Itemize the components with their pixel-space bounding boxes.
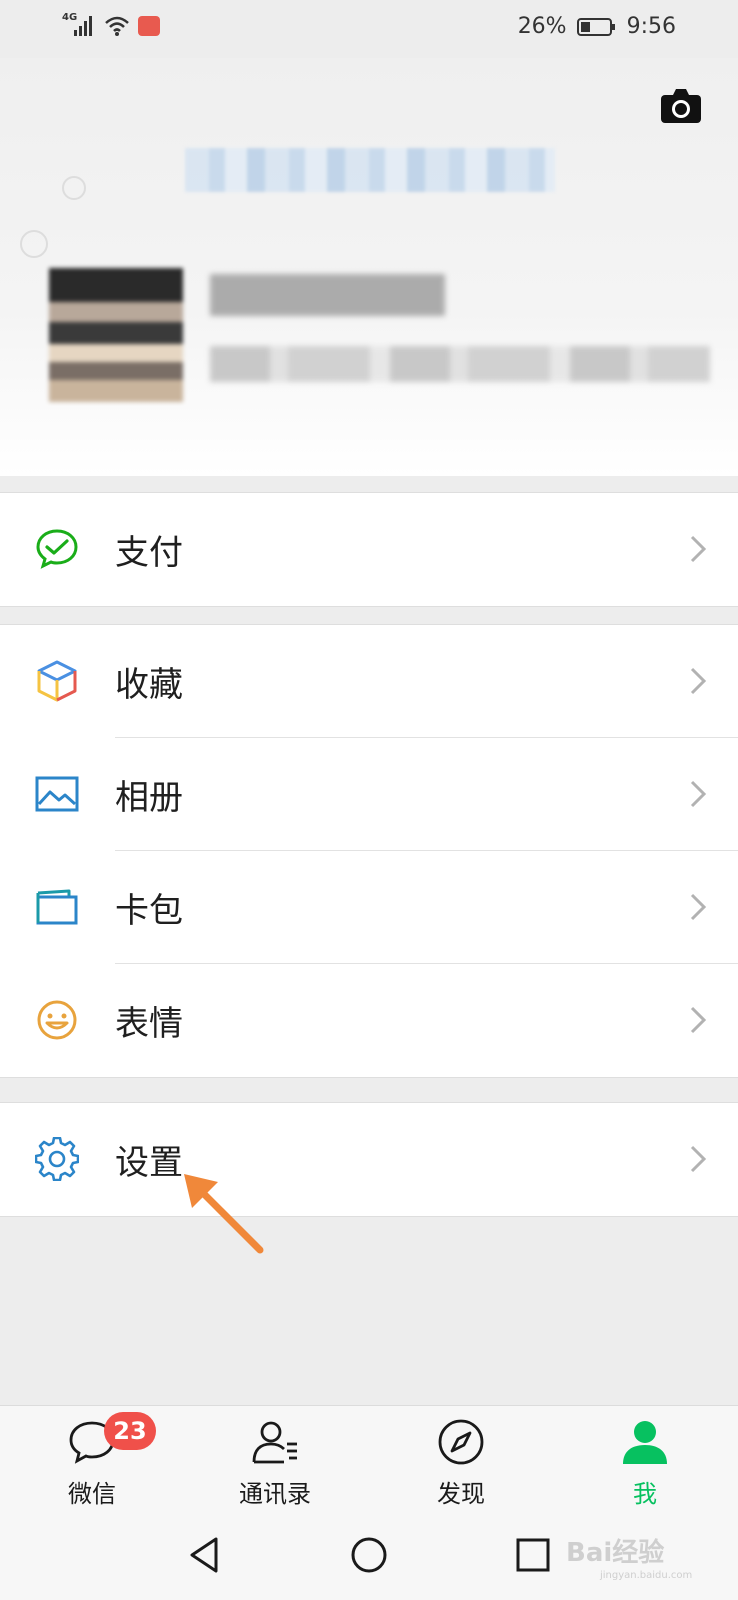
tab-me[interactable]: 我 (585, 1406, 705, 1514)
status-right: 26% 9:56 (518, 14, 676, 39)
tab-label-me: 我 (633, 1480, 657, 1508)
menu-item-cards[interactable]: 卡包 (0, 851, 738, 964)
pay-icon (36, 529, 78, 569)
status-bar: 4G 26% 9:56 (0, 0, 738, 58)
chevron-right-icon (690, 893, 707, 921)
tab-label-contacts: 通讯录 (239, 1480, 311, 1508)
nickname-blurred (210, 274, 445, 316)
settings-gear-icon (35, 1137, 79, 1181)
menu-item-album[interactable]: 相册 (0, 738, 738, 851)
tab-label-discover: 发现 (437, 1480, 485, 1508)
wifi-icon (105, 16, 129, 36)
tab-label-chats: 微信 (68, 1480, 116, 1508)
menu-item-stickers[interactable]: 表情 (0, 964, 738, 1077)
menu-label-pay: 支付 (115, 533, 183, 573)
menu-group-settings: 设置 (0, 1102, 738, 1217)
battery-icon (576, 17, 615, 36)
clock: 9:56 (626, 14, 676, 39)
contacts-icon (252, 1421, 297, 1464)
chevron-right-icon (690, 780, 707, 808)
tab-contacts[interactable]: 通讯录 (215, 1406, 335, 1514)
menu-label-settings: 设置 (115, 1143, 183, 1183)
chevron-right-icon (690, 1145, 707, 1173)
menu-item-favorites[interactable]: 收藏 (0, 625, 738, 738)
watermark-logo: Bai经验 (566, 1538, 665, 1568)
menu-label-stickers: 表情 (115, 1004, 183, 1044)
smiley-icon (37, 1000, 77, 1040)
recents-square-icon[interactable] (513, 1535, 553, 1575)
signal-icon: 4G (62, 12, 96, 38)
person-icon (623, 1421, 667, 1464)
watermark-url: jingyan.baidu.com (600, 1570, 693, 1581)
album-picture-icon (35, 776, 79, 812)
compass-icon (438, 1419, 484, 1465)
menu-label-cards: 卡包 (115, 891, 183, 931)
battery-percent: 26% (517, 14, 567, 39)
menu-group-main: 收藏 相册 卡包 表情 (0, 624, 738, 1078)
chevron-right-icon (690, 1006, 707, 1034)
favorites-cube-icon (37, 660, 77, 702)
chevron-right-icon (690, 667, 707, 695)
status-banner-blurred[interactable] (185, 148, 555, 192)
status-left: 4G (62, 12, 160, 38)
camera-icon[interactable] (660, 88, 702, 124)
profile-header[interactable] (0, 58, 738, 476)
avatar[interactable] (49, 268, 183, 402)
app-notification-icon (138, 16, 160, 36)
annotation-arrow-icon (184, 1174, 264, 1254)
decor-circle (62, 176, 86, 200)
unread-badge: 23 (104, 1412, 156, 1450)
home-circle-icon[interactable] (349, 1535, 389, 1575)
menu-label-album: 相册 (115, 778, 183, 818)
card-wallet-icon (36, 889, 78, 925)
decor-circle (20, 230, 48, 258)
menu-item-settings[interactable]: 设置 (0, 1103, 738, 1216)
tab-discover[interactable]: 发现 (401, 1406, 521, 1514)
back-triangle-icon[interactable] (186, 1535, 226, 1575)
menu-group-pay: 支付 (0, 492, 738, 607)
chevron-right-icon (690, 535, 707, 563)
menu-item-pay[interactable]: 支付 (0, 493, 738, 606)
wechat-id-blurred (210, 346, 710, 382)
menu-label-favorites: 收藏 (115, 665, 183, 705)
